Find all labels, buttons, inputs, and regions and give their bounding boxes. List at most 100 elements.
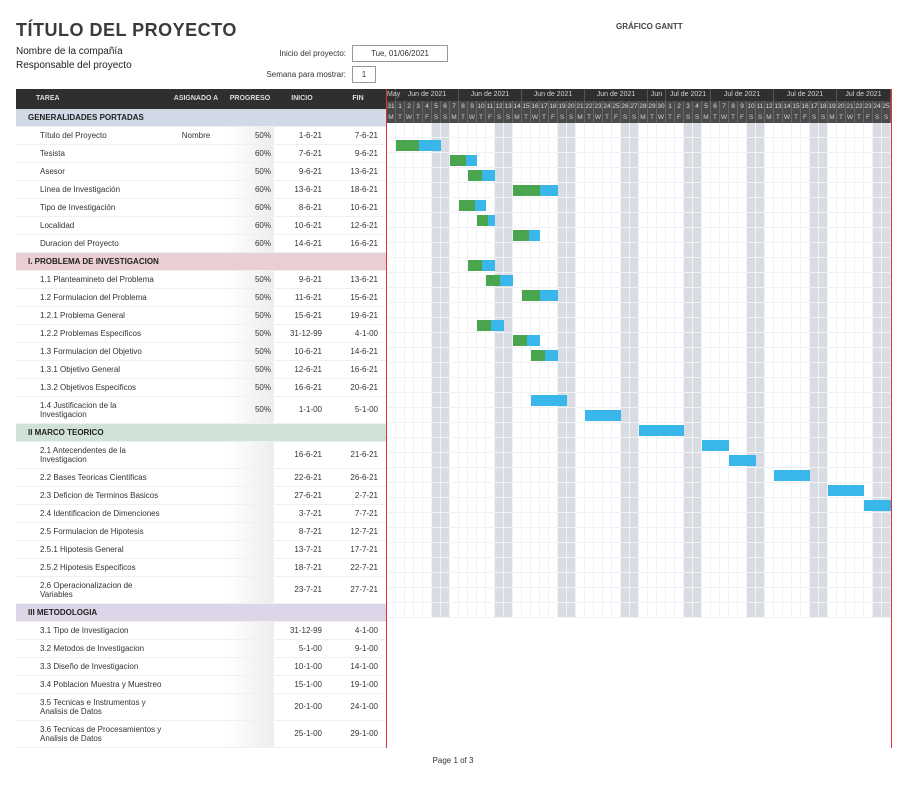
task-assigned [166,540,226,558]
task-row: 2.2 Bases Teoricas Cientificas22-6-2126-… [16,468,386,486]
task-assigned [166,216,226,234]
day-header: 1 [396,101,405,112]
gantt-bar-progress [468,170,482,181]
task-assigned [166,234,226,252]
task-start: 10-1-00 [274,657,330,675]
task-progress [226,540,274,558]
task-end: 2-7-21 [330,486,386,504]
month-header: Jul de 2021 [837,89,891,101]
task-row: Tipo de Investigación60%8-6-2110-6-21 [16,198,386,216]
task-row: 3.6 Tecnicas de Procesamientos y Analisi… [16,720,386,747]
start-date-value[interactable]: Tue, 01/06/2021 [352,45,448,62]
month-header: Jul de 2021 [774,89,837,101]
task-row: 2.5 Formulacion de Hipotesis8-7-2112-7-2… [16,522,386,540]
task-start: 5-1-00 [274,639,330,657]
day-header: 3 [414,101,423,112]
dow-header: S [504,112,513,123]
task-start: 31-12-99 [274,621,330,639]
day-header: 7 [720,101,729,112]
day-header: 17 [810,101,819,112]
task-assigned [166,675,226,693]
task-progress [226,504,274,522]
dow-header: S [558,112,567,123]
section-row: I. PROBLEMA DE INVESTIGACION [16,252,386,270]
task-start: 13-6-21 [274,180,330,198]
task-row: 2.1 Antecendentes de la Investigacion16-… [16,441,386,468]
day-header: 29 [648,101,657,112]
task-end: 19-6-21 [330,306,386,324]
month-header: Jul de 2021 [666,89,711,101]
dow-header: W [720,112,729,123]
gantt-bar-progress [477,320,491,331]
gantt-row [387,183,891,198]
day-header: 1 [666,101,675,112]
task-row: 1.4 Justificacion de la Investigacion50%… [16,396,386,423]
task-end: 7-6-21 [330,126,386,144]
company-name: Nombre de la compañía [16,45,216,59]
gantt-bar [450,155,477,166]
gantt-bar [774,470,810,481]
task-name: 1.1 Planteamineto del Problema [16,270,166,288]
gantt-row [387,198,891,213]
day-header: 9 [738,101,747,112]
day-header: 16 [531,101,540,112]
task-progress: 60% [226,144,274,162]
dow-header: S [819,112,828,123]
gantt-row [387,453,891,468]
gantt-section-row [387,513,891,528]
task-name: 3.2 Metodos de Investigacion [16,639,166,657]
task-progress: 50% [226,324,274,342]
day-header: 13 [504,101,513,112]
task-end: 19-1-00 [330,675,386,693]
task-start: 22-6-21 [274,468,330,486]
day-header: 4 [423,101,432,112]
dow-header: M [828,112,837,123]
start-date-label: Inicio del proyecto: [236,49,346,58]
gantt-bar [396,140,441,151]
gantt-row [387,348,891,363]
day-header: 17 [540,101,549,112]
task-end: 10-6-21 [330,198,386,216]
month-header: Jun de 2021 [396,89,459,101]
section-row: II MARCO TEORICO [16,423,386,441]
task-start: 16-6-21 [274,378,330,396]
task-name: 1.3.1 Objetivo General [16,360,166,378]
day-header: 13 [774,101,783,112]
dow-header: S [747,112,756,123]
dow-header: M [765,112,774,123]
day-header: 9 [468,101,477,112]
gantt-chart: May de 2021Jun de 2021Jun de 2021Jun de … [386,89,892,748]
task-end: 14-6-21 [330,342,386,360]
day-header: 7 [450,101,459,112]
display-week-value[interactable]: 1 [352,66,376,83]
task-name: 1.3 Formulacion del Objetivo [16,342,166,360]
task-start: 20-1-00 [274,693,330,720]
gantt-row [387,498,891,513]
day-header: 8 [459,101,468,112]
task-name: 2.5.1 Hipotesis General [16,540,166,558]
task-row: 2.3 Deficion de Terminos Basicos27-6-212… [16,486,386,504]
day-header: 15 [522,101,531,112]
task-progress: 60% [226,198,274,216]
gantt-bar [702,440,729,451]
task-row: Título del ProyectoNombre50%1-6-217-6-21 [16,126,386,144]
gantt-row [387,558,891,573]
gantt-bar-progress [513,230,529,241]
gantt-bar [585,410,621,421]
task-progress [226,639,274,657]
task-assigned [166,558,226,576]
day-header: 27 [630,101,639,112]
task-end: 14-1-00 [330,657,386,675]
col-progress: PROGRESO [226,89,274,109]
task-row: 1.2 Formulacion del Problema50%11-6-2115… [16,288,386,306]
dow-header: W [531,112,540,123]
task-start: 9-6-21 [274,270,330,288]
task-end: 13-6-21 [330,162,386,180]
gantt-bar-progress [477,215,488,226]
gantt-bar [513,230,540,241]
task-assigned [166,639,226,657]
gantt-bar-progress [396,140,419,151]
month-header: Jun de 2021 [522,89,585,101]
task-progress [226,576,274,603]
dow-header: T [477,112,486,123]
